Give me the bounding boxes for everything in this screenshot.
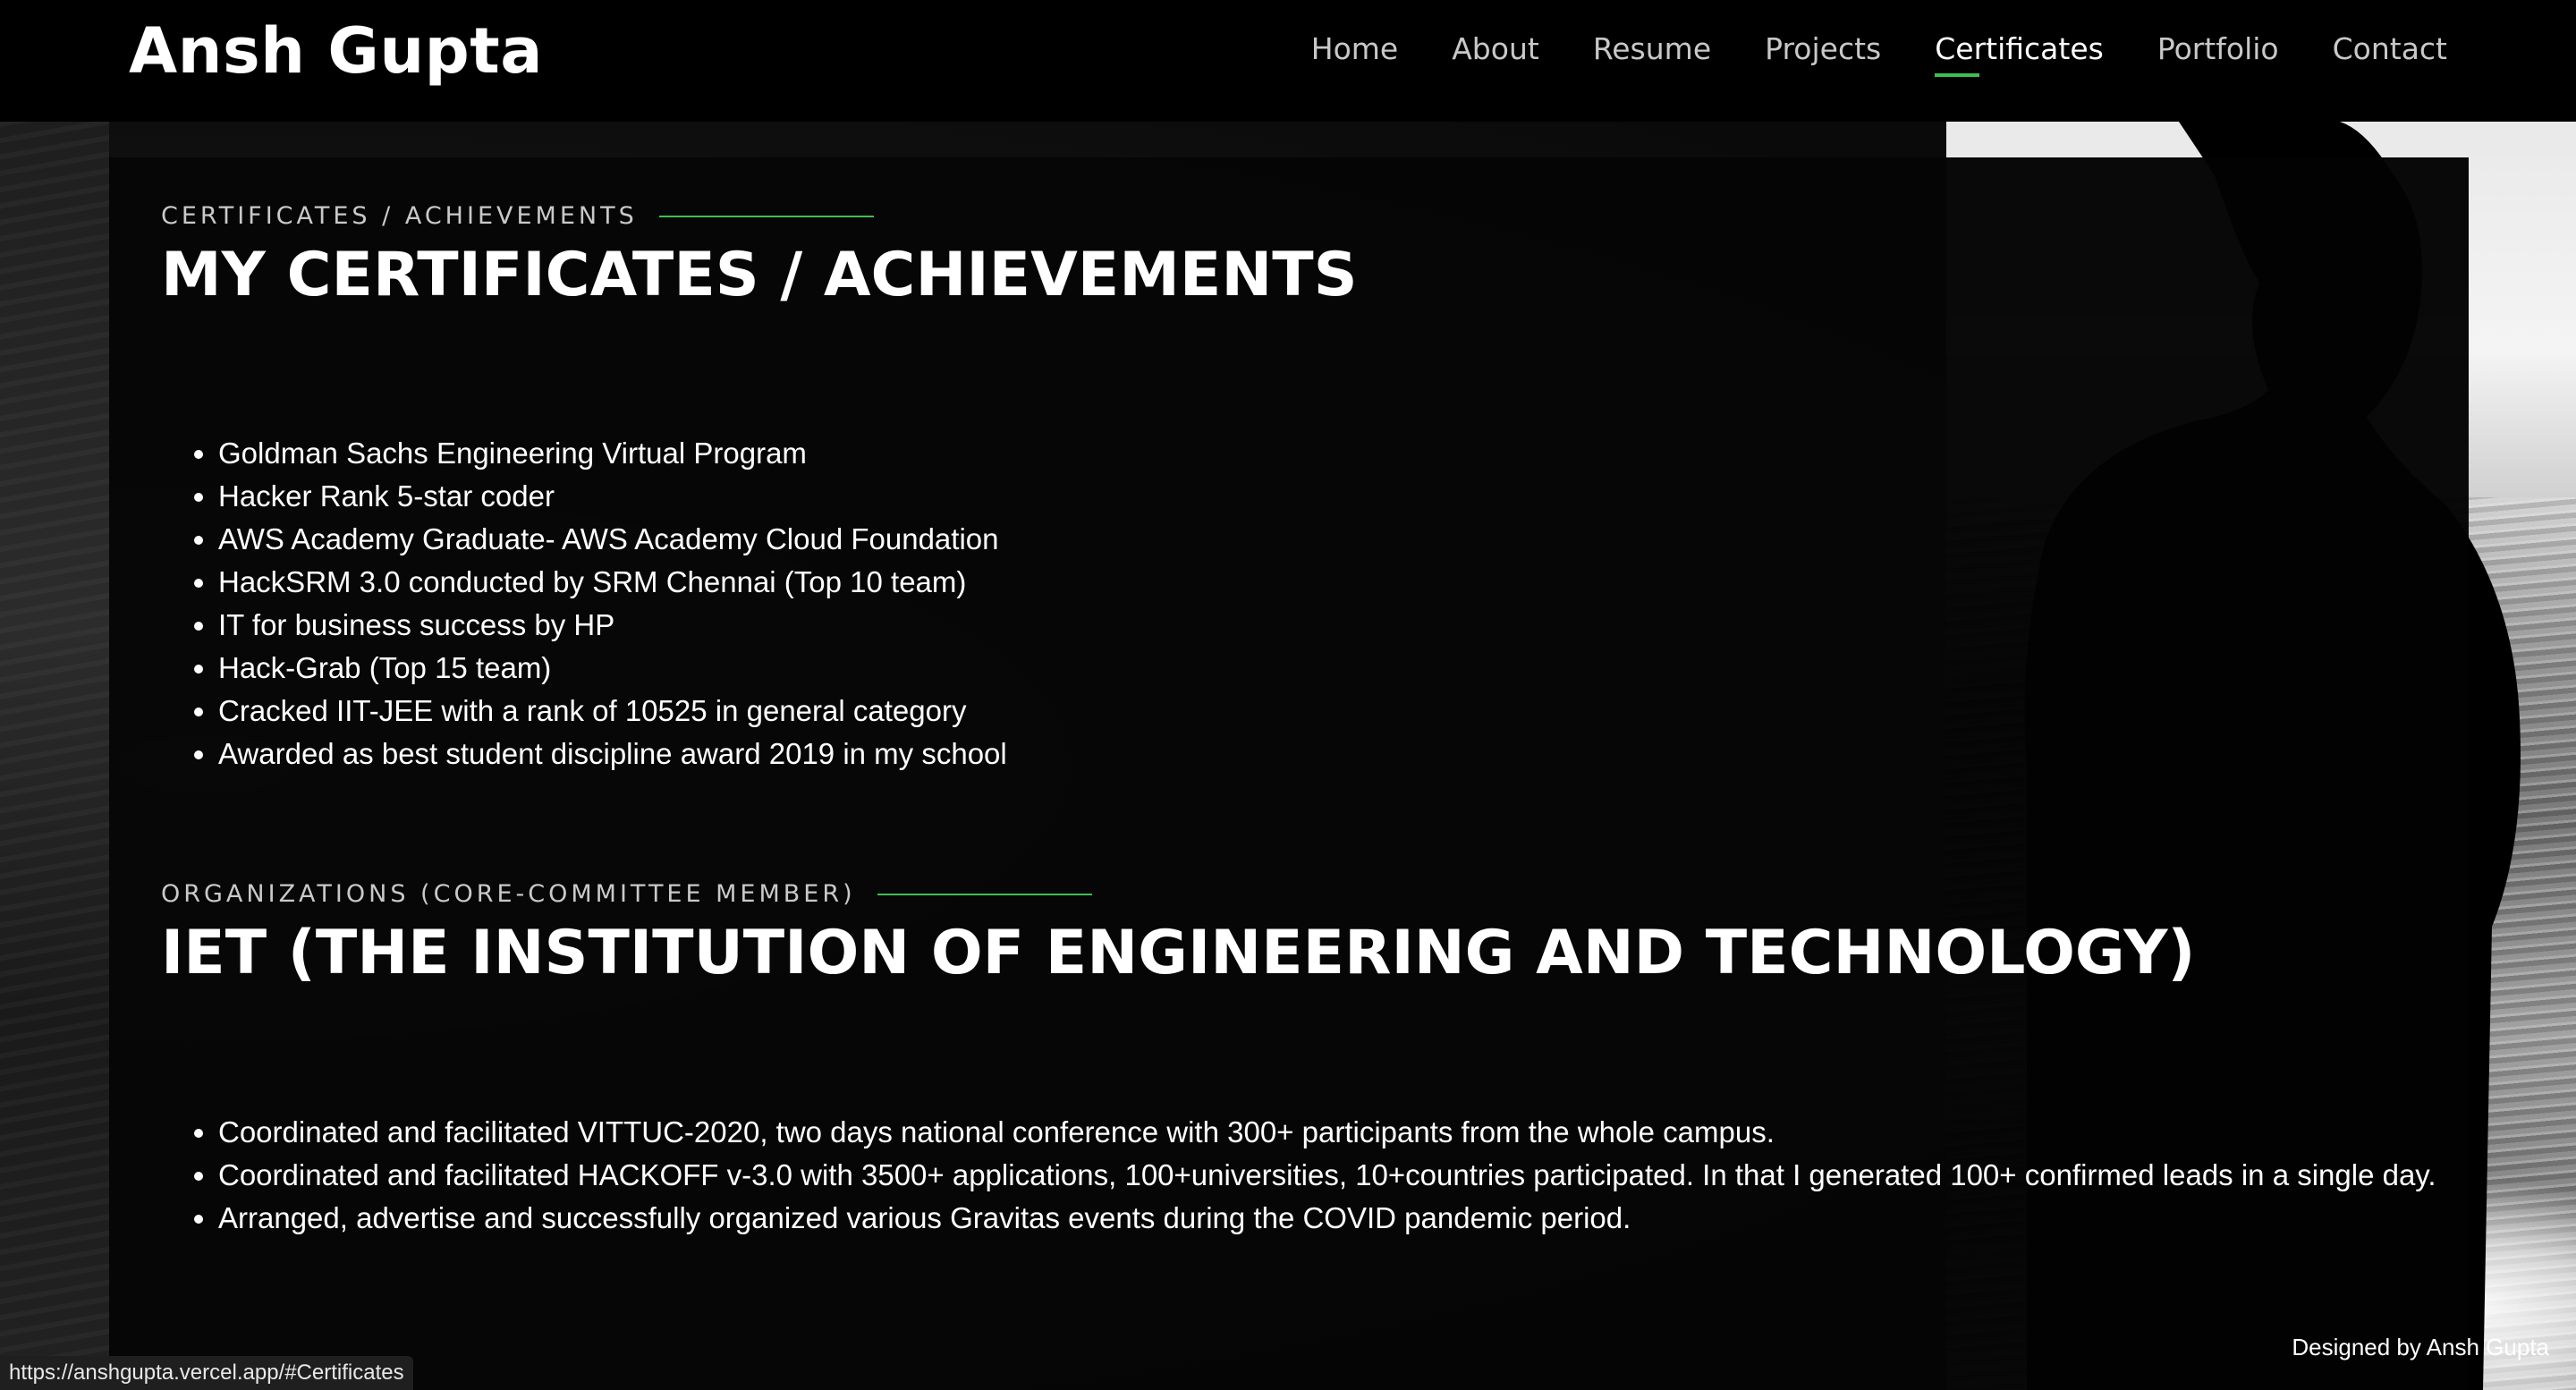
organizations-list: Coordinated and facilitated VITTUC-2020,… (161, 1111, 2472, 1240)
organizations-kicker: ORGANIZATIONS (CORE-COMMITTEE MEMBER) (161, 880, 1092, 908)
list-item: Goldman Sachs Engineering Virtual Progra… (218, 432, 1007, 475)
list-item: HackSRM 3.0 conducted by SRM Chennai (To… (218, 561, 1007, 604)
list-item: Hacker Rank 5-star coder (218, 475, 1007, 518)
page: Ansh Gupta Home About Resume Projects Ce… (0, 0, 2576, 1390)
nav-projects[interactable]: Projects (1738, 27, 1908, 72)
kicker-divider (658, 215, 874, 217)
nav-about[interactable]: About (1425, 27, 1566, 72)
list-item: IT for business success by HP (218, 604, 1007, 647)
background-photo-left (0, 122, 109, 1390)
list-item: Awarded as best student discipline award… (218, 733, 1007, 776)
list-item: Coordinated and facilitated VITTUC-2020,… (218, 1111, 2472, 1154)
list-item: Arranged, advertise and successfully org… (218, 1197, 2472, 1240)
brand-logo[interactable]: Ansh Gupta (129, 13, 543, 89)
kicker-divider (877, 893, 1092, 895)
footer-credit: Designed by Ansh Gupta (2292, 1334, 2549, 1360)
certificates-list: Goldman Sachs Engineering Virtual Progra… (161, 432, 1007, 776)
organizations-title: IET (THE INSTITUTION OF ENGINEERING AND … (161, 918, 2196, 988)
organizations-kicker-text: ORGANIZATIONS (CORE-COMMITTEE MEMBER) (161, 880, 856, 908)
certificates-kicker: CERTIFICATES / ACHIEVEMENTS (161, 202, 874, 230)
main-nav: Home About Resume Projects Certificates … (1284, 27, 2447, 77)
nav-portfolio[interactable]: Portfolio (2131, 27, 2306, 72)
certificates-kicker-text: CERTIFICATES / ACHIEVEMENTS (161, 202, 638, 230)
certificates-title: MY CERTIFICATES / ACHIEVEMENTS (161, 240, 1358, 310)
list-item: AWS Academy Graduate- AWS Academy Cloud … (218, 518, 1007, 561)
nav-contact[interactable]: Contact (2306, 27, 2447, 72)
nav-resume[interactable]: Resume (1566, 27, 1738, 72)
top-navbar: Ansh Gupta Home About Resume Projects Ce… (0, 0, 2576, 122)
list-item: Cracked IIT-JEE with a rank of 10525 in … (218, 690, 1007, 733)
browser-status-url: https://anshgupta.vercel.app/#Certificat… (0, 1356, 413, 1390)
list-item: Hack-Grab (Top 15 team) (218, 647, 1007, 690)
nav-home[interactable]: Home (1284, 27, 1425, 72)
nav-certificates[interactable]: Certificates (1908, 27, 2131, 77)
list-item: Coordinated and facilitated HACKOFF v-3.… (218, 1154, 2472, 1197)
